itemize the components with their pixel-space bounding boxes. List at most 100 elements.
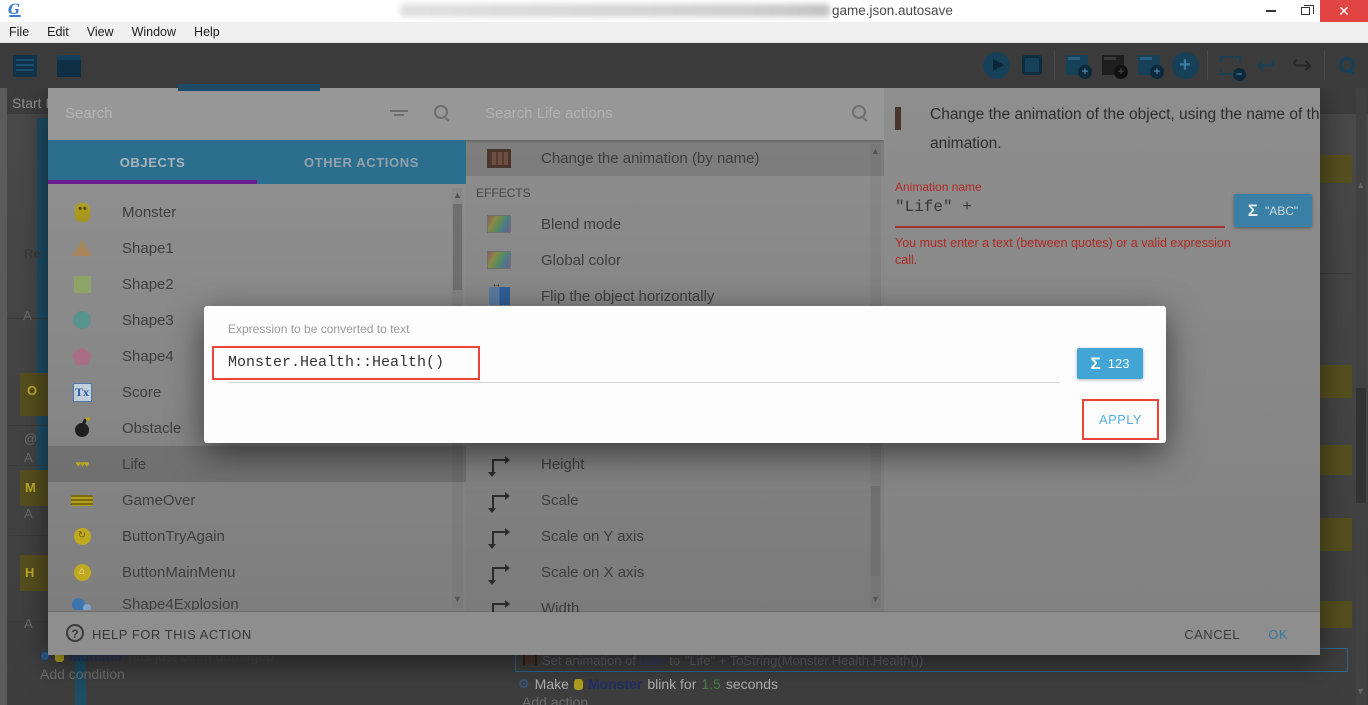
sigma-icon: Σ bbox=[1091, 354, 1101, 374]
close-button[interactable]: ✕ bbox=[1320, 0, 1368, 22]
action-item-scale-x[interactable]: Scale on X axis bbox=[466, 554, 884, 590]
add-scene-icon: + bbox=[1066, 55, 1088, 75]
apply-button[interactable]: APPLY bbox=[1099, 412, 1142, 427]
gdevelop-logo-icon: G bbox=[8, 2, 20, 18]
cancel-button[interactable]: CANCEL bbox=[1184, 627, 1240, 642]
action-item-global-color[interactable]: Global color bbox=[466, 242, 884, 278]
window-title: game.json.autosave bbox=[832, 3, 953, 18]
scene-editor-button[interactable] bbox=[52, 49, 86, 83]
search-icon[interactable] bbox=[434, 105, 450, 121]
action-item-blend-mode[interactable]: Blend mode bbox=[466, 206, 884, 242]
monster-icon bbox=[75, 203, 90, 222]
tab-other-actions[interactable]: OTHER ACTIONS bbox=[257, 140, 466, 184]
add-scene-button[interactable]: + bbox=[1060, 48, 1094, 82]
event-indent-bar bbox=[37, 118, 48, 500]
animation-name-input[interactable]: "Life" + bbox=[895, 198, 972, 216]
list-item-shape1[interactable]: Shape1 bbox=[48, 230, 466, 266]
object-label: Shape3 bbox=[122, 312, 174, 329]
list-item-shape2[interactable]: Shape2 bbox=[48, 266, 466, 302]
resize-icon bbox=[492, 567, 506, 581]
action-item-scale[interactable]: Scale bbox=[466, 482, 884, 518]
open-number-expression-editor-button[interactable]: Σ 123 bbox=[1077, 348, 1143, 379]
project-manager-button[interactable] bbox=[8, 49, 42, 83]
help-icon[interactable]: ? bbox=[66, 624, 84, 642]
object-search-field[interactable]: Search bbox=[48, 88, 466, 140]
tab-objects[interactable]: OBJECTS bbox=[48, 140, 257, 184]
object-label: Shape1 bbox=[122, 240, 174, 257]
action-item-change-animation[interactable]: Change the animation (by name) bbox=[466, 140, 884, 176]
action-label: Scale bbox=[541, 492, 579, 509]
list-item-shape4explosion[interactable]: Shape4Explosion bbox=[48, 590, 466, 610]
menu-window[interactable]: Window bbox=[123, 25, 185, 39]
remove-selection-icon bbox=[1220, 56, 1241, 75]
play-button[interactable] bbox=[979, 48, 1013, 82]
scroll-down-icon[interactable]: ▼ bbox=[1356, 686, 1365, 696]
list-item-monster[interactable]: Monster bbox=[48, 194, 466, 230]
scroll-down-icon[interactable]: ▼ bbox=[871, 594, 880, 604]
scrollbar-thumb[interactable] bbox=[453, 204, 462, 290]
event-divider bbox=[7, 425, 48, 426]
menu-bar: File Edit View Window Help bbox=[0, 22, 1368, 43]
scroll-up-icon[interactable]: ▲ bbox=[871, 146, 880, 156]
action-item-width[interactable]: Width bbox=[466, 590, 884, 612]
menu-file[interactable]: File bbox=[0, 25, 38, 39]
undo-button[interactable]: ↩ bbox=[1249, 48, 1283, 82]
hearts-icon: ♥♥♥ bbox=[75, 459, 88, 469]
add-condition-link[interactable]: Add condition bbox=[40, 666, 125, 682]
action-item-height[interactable]: Height bbox=[466, 446, 884, 482]
list-item-buttontryagain[interactable]: ↻ButtonTryAgain bbox=[48, 518, 466, 554]
event-text-fragment: A bbox=[24, 450, 33, 465]
action-search-field[interactable]: Search Life actions bbox=[466, 88, 884, 140]
expression-input[interactable]: Monster.Health::Health() bbox=[228, 354, 444, 371]
scroll-up-icon[interactable]: ▲ bbox=[1356, 180, 1365, 190]
menu-edit[interactable]: Edit bbox=[38, 25, 78, 39]
add-action-link[interactable]: Add action bbox=[522, 694, 588, 705]
add-external-events-icon: + bbox=[1102, 55, 1124, 75]
resize-icon bbox=[492, 603, 506, 612]
event-row-highlight bbox=[1320, 518, 1352, 551]
text-object-icon: Tx bbox=[73, 383, 92, 402]
list-item-gameover[interactable]: GameOver bbox=[48, 482, 466, 518]
restore-icon bbox=[1301, 7, 1310, 15]
action-text: seconds bbox=[726, 676, 778, 692]
object-search-placeholder: Search bbox=[65, 105, 113, 122]
minimize-button[interactable] bbox=[1256, 0, 1286, 22]
open-text-expression-editor-button[interactable]: Σ "ABC" bbox=[1234, 194, 1312, 227]
ok-button[interactable]: OK bbox=[1268, 627, 1288, 642]
add-object-button[interactable]: + bbox=[1168, 48, 1202, 82]
search-icon[interactable] bbox=[852, 105, 868, 121]
debug-button[interactable] bbox=[1015, 48, 1049, 82]
search-toolbar-button[interactable] bbox=[1330, 48, 1364, 82]
add-external-layout-button[interactable]: + bbox=[1132, 48, 1166, 82]
redo-icon: ↪ bbox=[1292, 51, 1312, 80]
toolbar-separator bbox=[1207, 50, 1208, 80]
expression-input-underline bbox=[228, 382, 1060, 383]
redo-button[interactable]: ↪ bbox=[1285, 48, 1319, 82]
plus-icon: + bbox=[1172, 52, 1199, 79]
list-item-life[interactable]: ♥♥♥Life bbox=[48, 446, 466, 482]
close-icon: ✕ bbox=[1338, 3, 1350, 20]
list-item-buttonmainmenu[interactable]: ⌂ButtonMainMenu bbox=[48, 554, 466, 590]
help-for-action-link[interactable]: HELP FOR THIS ACTION bbox=[92, 627, 252, 642]
object-ref: Monster bbox=[588, 676, 642, 692]
remove-instance-button[interactable] bbox=[1213, 48, 1247, 82]
event-divider bbox=[1320, 273, 1352, 274]
event-action-blink[interactable]: ⚙ Make Monster blink for 1.5 seconds bbox=[518, 676, 778, 692]
action-label: Height bbox=[541, 456, 584, 473]
action-item-scale-y[interactable]: Scale on Y axis bbox=[466, 518, 884, 554]
undo-icon: ↩ bbox=[1256, 51, 1276, 80]
add-external-events-button[interactable]: + bbox=[1096, 48, 1130, 82]
menu-view[interactable]: View bbox=[78, 25, 123, 39]
event-text-fragment: A bbox=[23, 308, 32, 323]
event-divider bbox=[7, 465, 48, 466]
scroll-down-icon[interactable]: ▼ bbox=[453, 594, 462, 604]
object-label: Obstacle bbox=[122, 420, 181, 437]
expression-editor-modal: Expression to be converted to text Monst… bbox=[204, 306, 1166, 443]
events-scrollbar-thumb[interactable] bbox=[1356, 388, 1366, 503]
menu-help[interactable]: Help bbox=[185, 25, 229, 39]
scroll-up-icon[interactable]: ▲ bbox=[453, 190, 462, 200]
maximize-button[interactable] bbox=[1290, 0, 1320, 22]
filter-icon[interactable] bbox=[390, 110, 408, 120]
scene-window-icon bbox=[57, 55, 81, 77]
scrollbar-thumb[interactable] bbox=[871, 486, 880, 576]
